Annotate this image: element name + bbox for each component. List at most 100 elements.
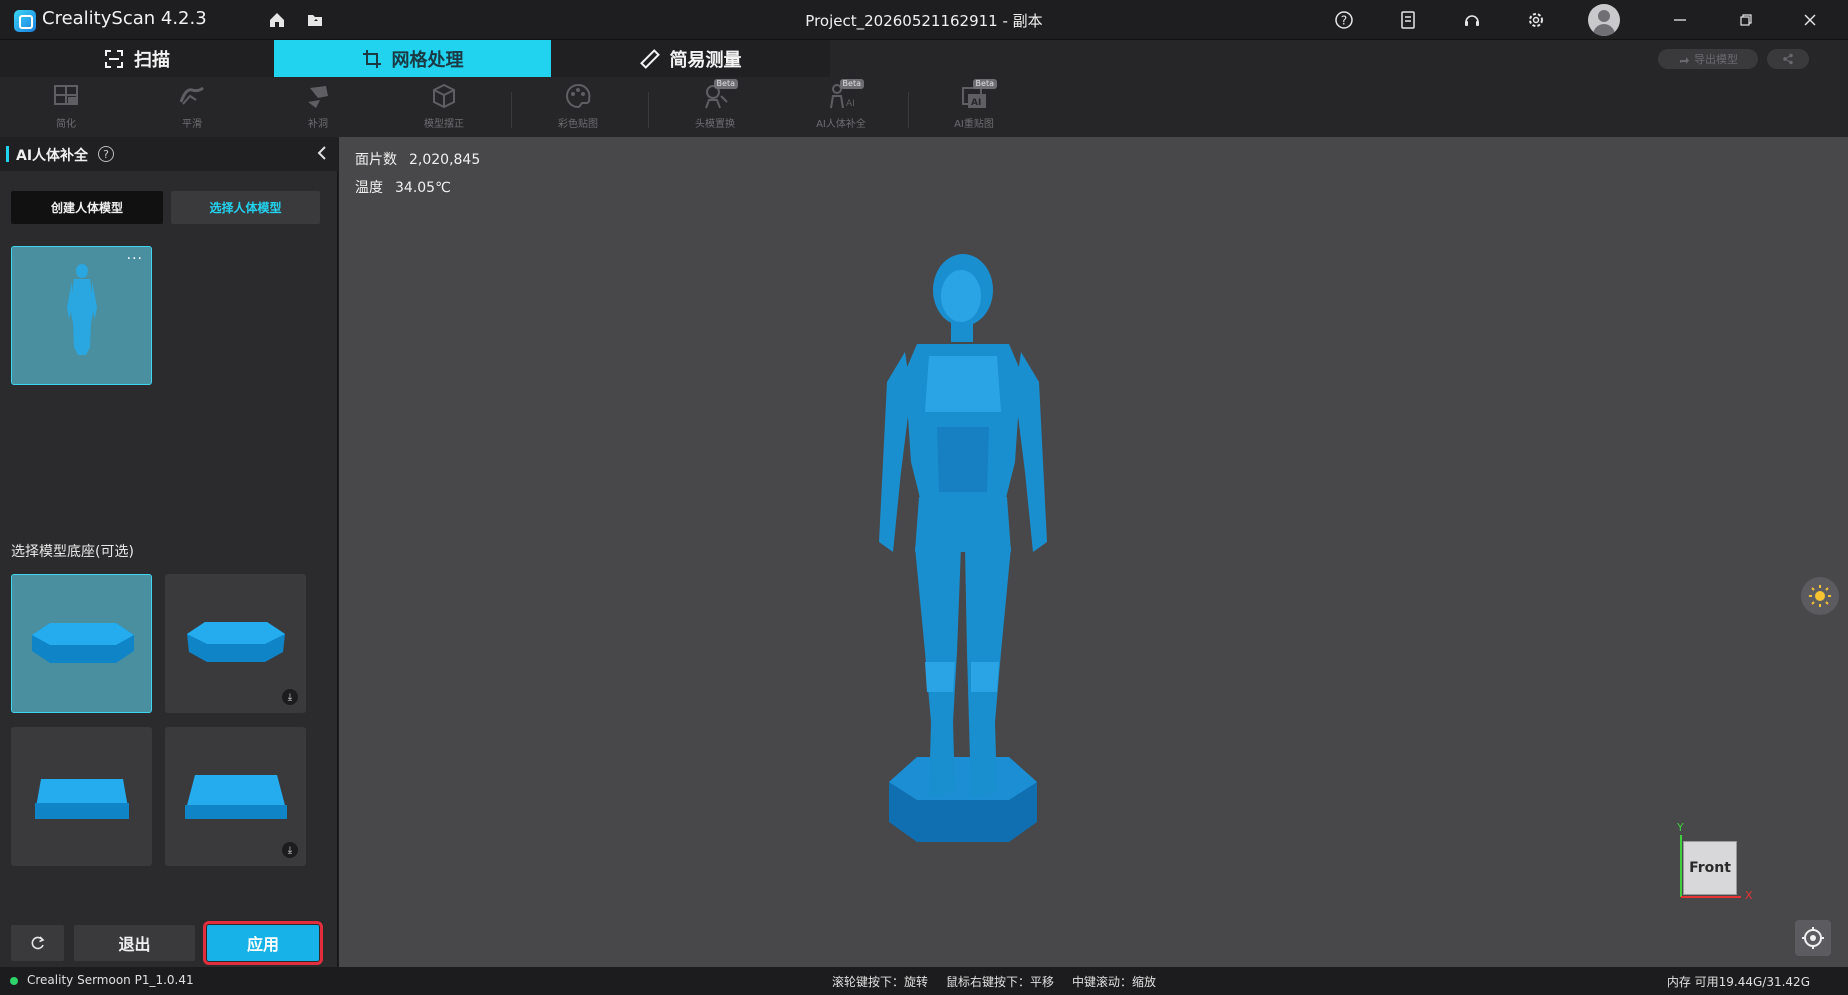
- tool-align-model-label: 模型摆正: [424, 119, 464, 130]
- help-circle-icon[interactable]: ?: [1332, 8, 1356, 32]
- hint-rotate: 滚轮键按下：旋转: [832, 975, 929, 989]
- tab-mesh-processing[interactable]: 网格处理: [274, 40, 551, 77]
- panel-accent-bar: [6, 146, 9, 162]
- reset-button[interactable]: [11, 925, 64, 961]
- base-option-octagon-large[interactable]: ⤓: [165, 574, 306, 713]
- tool-simplify-label: 简化: [56, 119, 76, 130]
- tool-smooth-label: 平滑: [182, 119, 202, 130]
- collapse-panel-icon[interactable]: [316, 145, 328, 165]
- tool-head-replace[interactable]: Beta 头模置换: [670, 79, 760, 135]
- view-cube-front-face[interactable]: Front: [1683, 841, 1737, 895]
- tab-simple-measure[interactable]: 简易测量: [551, 40, 830, 77]
- share-button[interactable]: [1767, 49, 1809, 69]
- help-question-icon[interactable]: ?: [98, 146, 114, 162]
- head-replace-beta-badge: Beta: [713, 79, 738, 89]
- base-section-label: 选择模型底座(可选): [11, 544, 134, 560]
- fill-hole-icon: [303, 81, 333, 111]
- connection-status-dot: [10, 977, 18, 985]
- ai-retexture-beta-badge: Beta: [972, 79, 997, 89]
- select-body-model-button[interactable]: 选择人体模型: [171, 191, 320, 224]
- tool-align-model[interactable]: 模型摆正: [399, 81, 489, 135]
- human-body-model: [879, 254, 1047, 842]
- scan-frame-icon: [105, 49, 123, 68]
- tool-color-texture[interactable]: 彩色贴图: [533, 81, 623, 135]
- tool-ai-retexture-label: AI重贴图: [954, 119, 994, 130]
- reset-view-button[interactable]: [1795, 920, 1831, 956]
- axis-x-label: X: [1745, 889, 1753, 902]
- tool-simplify[interactable]: 简化: [21, 81, 111, 135]
- export-model-button[interactable]: 导出模型: [1658, 49, 1758, 69]
- tool-ai-body-completion[interactable]: AI Beta AI人体补全: [796, 79, 886, 135]
- face-count-readout: 面片数 2,020,845: [355, 149, 480, 169]
- tool-fill-hole[interactable]: 补洞: [273, 81, 363, 135]
- hint-zoom: 中键滚动：缩放: [1072, 975, 1157, 989]
- ai-texture-icon: AI Beta: [959, 79, 997, 111]
- close-icon[interactable]: [1798, 8, 1822, 32]
- download-icon[interactable]: ⤓: [282, 689, 298, 705]
- tool-ai-retexture[interactable]: AI Beta AI重贴图: [929, 79, 1019, 135]
- palette-icon: [563, 81, 593, 111]
- view-cube[interactable]: Y X Front: [1669, 821, 1759, 907]
- settings-gear-icon[interactable]: [1524, 8, 1548, 32]
- download-icon[interactable]: ⤓: [282, 842, 298, 858]
- tab-scan-label: 扫描: [134, 49, 170, 71]
- refresh-icon: [31, 936, 44, 950]
- toolbar-divider: [511, 92, 512, 128]
- restore-window-icon[interactable]: [1734, 8, 1758, 32]
- ruler-icon: [639, 48, 660, 69]
- apply-button[interactable]: 应用: [203, 921, 323, 965]
- base-option-rect-large[interactable]: ⤓: [165, 727, 306, 866]
- tab-scan[interactable]: 扫描: [0, 40, 274, 77]
- notes-icon[interactable]: [1396, 8, 1420, 32]
- main-tab-bar: 扫描 网格处理 简易测量: [0, 40, 830, 77]
- export-model-label: 导出模型: [1694, 53, 1738, 66]
- toolbar-divider: [908, 92, 909, 128]
- simplify-icon: [51, 81, 81, 111]
- status-bar: Creality Sermoon P1_1.0.41 滚轮键按下：旋转 鼠标右键…: [0, 967, 1848, 995]
- axis-y-label: Y: [1677, 821, 1684, 834]
- tab-simple-measure-label: 简易测量: [669, 49, 742, 71]
- svg-text:AI: AI: [971, 98, 981, 108]
- device-name: Creality Sermoon P1_1.0.41: [27, 973, 194, 987]
- app-title: CrealityScan 4.2.3: [42, 8, 207, 29]
- 3d-viewport[interactable]: 面片数 2,020,845 温度 34.05℃ Y X Front: [339, 137, 1848, 967]
- temperature-value: 34.05℃: [395, 180, 451, 196]
- tab-mesh-processing-label: 网格处理: [391, 49, 464, 71]
- panel-title: AI人体补全: [16, 148, 89, 164]
- mouse-hints: 滚轮键按下：旋转 鼠标右键按下：平移 中键滚动：缩放: [832, 973, 1156, 990]
- face-count-value: 2,020,845: [409, 152, 481, 168]
- body-model-figure: [67, 264, 97, 355]
- tool-smooth[interactable]: 平滑: [147, 81, 237, 135]
- headset-icon[interactable]: [1460, 8, 1484, 32]
- mesh-toolbar: 简化 平滑 补洞 模型摆正 彩色贴图 Beta 头模置换 AI Beta AI人…: [0, 77, 1848, 137]
- face-count-label: 面片数: [355, 152, 397, 168]
- export-icon: [1680, 57, 1689, 64]
- tool-color-texture-label: 彩色贴图: [558, 119, 598, 130]
- share-icon: [1783, 53, 1793, 65]
- create-body-model-button[interactable]: 创建人体模型: [11, 191, 163, 224]
- ai-body-icon: AI Beta: [826, 79, 864, 111]
- folder-icon[interactable]: [303, 8, 327, 32]
- svg-text:?: ?: [1341, 14, 1347, 28]
- base-option-rect-small[interactable]: [11, 727, 152, 866]
- exit-button[interactable]: 退出: [74, 925, 195, 961]
- memory-usage: 内存 可用19.44G/31.42G: [1666, 975, 1810, 989]
- octagon-base-icon: [32, 623, 134, 663]
- hint-pan: 鼠标右键按下：平移: [946, 975, 1055, 989]
- more-options-icon[interactable]: ···: [127, 251, 143, 267]
- base-option-octagon-small[interactable]: [11, 574, 152, 713]
- smooth-icon: [177, 81, 207, 111]
- home-icon[interactable]: [265, 8, 289, 32]
- tool-ai-body-completion-label: AI人体补全: [816, 119, 866, 130]
- crop-icon: [362, 49, 381, 68]
- target-icon: [1802, 927, 1824, 949]
- tool-fill-hole-label: 补洞: [308, 119, 328, 130]
- head-replace-icon: Beta: [700, 79, 738, 111]
- user-avatar[interactable]: [1588, 4, 1620, 36]
- body-model-thumbnail[interactable]: ···: [11, 246, 152, 385]
- title-bar: CrealityScan 4.2.3 Project_2026052116291…: [0, 0, 1848, 40]
- svg-text:AI: AI: [846, 99, 855, 109]
- minimize-icon[interactable]: [1668, 8, 1692, 32]
- ai-body-beta-badge: Beta: [839, 79, 864, 89]
- lighting-button[interactable]: [1801, 577, 1839, 615]
